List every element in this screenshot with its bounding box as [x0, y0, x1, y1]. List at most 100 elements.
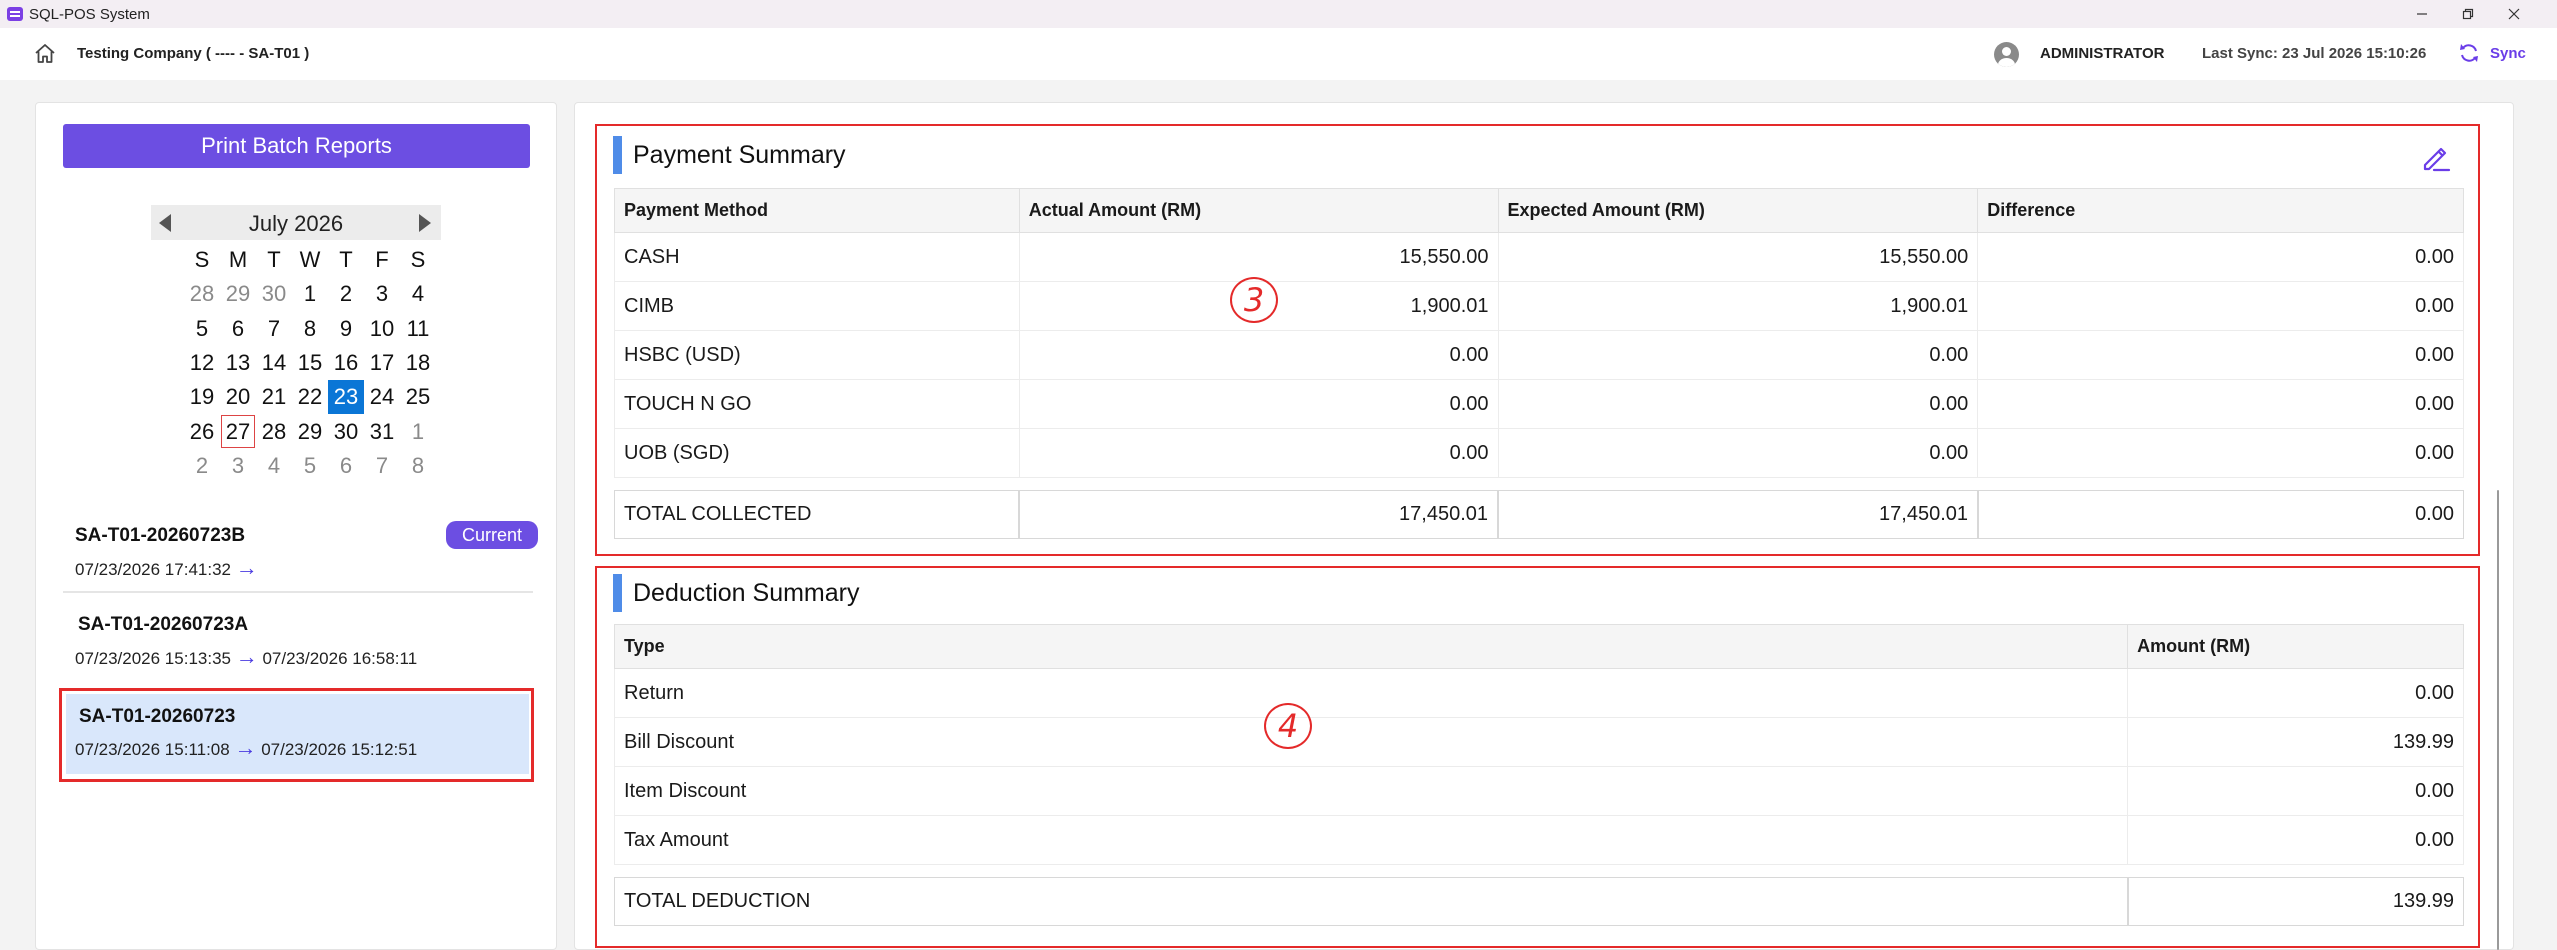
calendar-day[interactable]: 28	[256, 414, 292, 448]
calendar-day[interactable]: 29	[220, 277, 256, 311]
calendar-day[interactable]: 7	[256, 312, 292, 346]
expected-amount: 15,550.00	[1497, 232, 1979, 282]
calendar-day[interactable]: 2	[184, 449, 220, 483]
deduction-amount: 0.00	[2127, 668, 2464, 718]
batch-start: 07/23/2026 15:13:35	[75, 649, 231, 668]
calendar-day[interactable]: 3	[220, 449, 256, 483]
difference: 0.00	[1977, 428, 2464, 478]
calendar-day[interactable]: 27	[220, 414, 256, 448]
calendar-day[interactable]: 7	[364, 449, 400, 483]
arrow-right-icon: →	[235, 644, 258, 669]
calendar-day[interactable]: 5	[184, 312, 220, 346]
calendar-day[interactable]: 5	[292, 449, 328, 483]
calendar-day[interactable]: 10	[364, 312, 400, 346]
batch-time: 07/23/2026 15:11:08 → 07/23/2026 15:12:5…	[75, 735, 417, 761]
total-deduction-amount: 139.99	[2128, 877, 2464, 926]
edit-icon[interactable]	[2419, 140, 2453, 174]
calendar-day[interactable]: 22	[292, 380, 328, 414]
user-name[interactable]: ADMINISTRATOR	[2040, 45, 2164, 62]
calendar-day[interactable]: 17	[364, 346, 400, 380]
calendar-day[interactable]: 4	[256, 449, 292, 483]
column-header: Actual Amount (RM)	[1018, 188, 1499, 233]
calendar-day[interactable]: 31	[364, 414, 400, 448]
calendar-day[interactable]: 8	[292, 312, 328, 346]
batch-panel: Print Batch Reports July 2026 S M T W T F S 28 2…	[35, 102, 557, 950]
actual-amount: 0.00	[1018, 330, 1499, 380]
calendar-day[interactable]: 12	[184, 346, 220, 380]
total-actual: 17,450.01	[1019, 490, 1498, 539]
minimize-icon[interactable]	[2399, 0, 2445, 28]
company-name: Testing Company ( ---- - SA-T01 )	[77, 45, 310, 62]
calendar-day[interactable]: 14	[256, 346, 292, 380]
calendar-day[interactable]: 23	[328, 380, 364, 415]
section-accent	[613, 136, 622, 174]
calendar-day[interactable]: 1	[400, 414, 436, 448]
calendar-day[interactable]: 18	[400, 346, 436, 380]
batch-item-selected[interactable]: SA-T01-20260723 07/23/2026 15:11:08 → 07…	[66, 694, 529, 774]
total-expected: 17,450.01	[1498, 490, 1978, 539]
column-header: Payment Method	[614, 188, 1020, 233]
calendar-grid: S M T W T F S 28 29 30 1 2 3 4 5 6 7 8 9 10 11 12 13 14 15 16 17 18…	[184, 243, 439, 483]
calendar-day[interactable]: 29	[292, 414, 328, 448]
difference: 0.00	[1977, 379, 2464, 429]
user-avatar-icon[interactable]	[1994, 42, 2019, 67]
window-title: SQL-POS System	[29, 6, 150, 23]
annotation-marker: 4	[1264, 703, 1312, 749]
close-icon[interactable]	[2491, 0, 2537, 28]
calendar-day[interactable]: 24	[364, 380, 400, 414]
restore-icon[interactable]	[2445, 0, 2491, 28]
payment-table: Payment Method Actual Amount (RM) Expect…	[614, 188, 2464, 478]
payment-method: UOB (SGD)	[614, 428, 1020, 478]
calendar-header: July 2026	[151, 205, 441, 240]
batch-start: 07/23/2026 17:41:32	[75, 560, 231, 579]
sync-icon[interactable]	[2458, 42, 2480, 64]
deduction-type: Bill Discount	[613, 717, 2129, 767]
calendar-day[interactable]: 1	[292, 277, 328, 311]
calendar-day[interactable]: 8	[400, 449, 436, 483]
calendar-next-icon[interactable]	[419, 214, 431, 232]
calendar-day[interactable]: 11	[400, 312, 436, 346]
current-badge: Current	[446, 521, 538, 549]
calendar-day[interactable]: 9	[328, 312, 364, 346]
calendar-day[interactable]: 20	[220, 380, 256, 414]
calendar-day[interactable]: 21	[256, 380, 292, 414]
calendar-day[interactable]: 6	[220, 312, 256, 346]
calendar-day[interactable]: 16	[328, 346, 364, 380]
calendar-day[interactable]: 6	[328, 449, 364, 483]
batch-time: 07/23/2026 17:41:32 →	[75, 555, 258, 581]
calendar-weekday: T	[267, 247, 281, 273]
calendar-day[interactable]: 19	[184, 380, 220, 414]
expected-amount: 0.00	[1497, 428, 1979, 478]
calendar-day[interactable]: 25	[400, 380, 436, 414]
payment-method: HSBC (USD)	[614, 330, 1020, 380]
table-row: CIMB 1,900.01 1,900.01 0.00	[614, 281, 2464, 331]
batch-item[interactable]: SA-T01-20260723B Current 07/23/2026 17:4…	[63, 511, 538, 593]
deduction-amount: 0.00	[2127, 766, 2464, 816]
calendar-day[interactable]: 13	[220, 346, 256, 380]
calendar-weekday: S	[194, 247, 210, 273]
batch-end: 07/23/2026 15:12:51	[261, 740, 418, 759]
batch-item[interactable]: SA-T01-20260723A 07/23/2026 15:13:35 → 0…	[63, 601, 533, 683]
calendar-day[interactable]: 30	[256, 277, 292, 311]
scrollbar-thumb[interactable]	[2497, 490, 2499, 950]
calendar-month-label[interactable]: July 2026	[151, 211, 441, 237]
batch-start: 07/23/2026 15:11:08	[75, 740, 230, 759]
payment-method: CASH	[614, 232, 1020, 282]
print-batch-reports-button[interactable]: Print Batch Reports	[63, 124, 530, 168]
calendar-day[interactable]: 15	[292, 346, 328, 380]
calendar-day[interactable]: 26	[184, 414, 220, 448]
home-icon[interactable]	[32, 41, 58, 67]
scrollbar[interactable]	[2493, 110, 2505, 950]
calendar-day[interactable]: 2	[328, 277, 364, 311]
sync-button[interactable]: Sync	[2490, 45, 2526, 62]
calendar-day[interactable]: 3	[364, 277, 400, 311]
calendar-day[interactable]: 30	[328, 414, 364, 448]
deduction-type: Return	[613, 668, 2129, 718]
deduction-type: Tax Amount	[613, 815, 2129, 865]
app-logo-icon	[7, 7, 23, 21]
calendar-weekday: S	[410, 247, 426, 273]
deduction-table: Type Amount (RM) Return 0.00 Bill Discou…	[613, 624, 2464, 865]
calendar-day[interactable]: 4	[400, 277, 436, 311]
calendar-day[interactable]: 28	[184, 277, 220, 311]
actual-amount: 0.00	[1018, 428, 1499, 478]
